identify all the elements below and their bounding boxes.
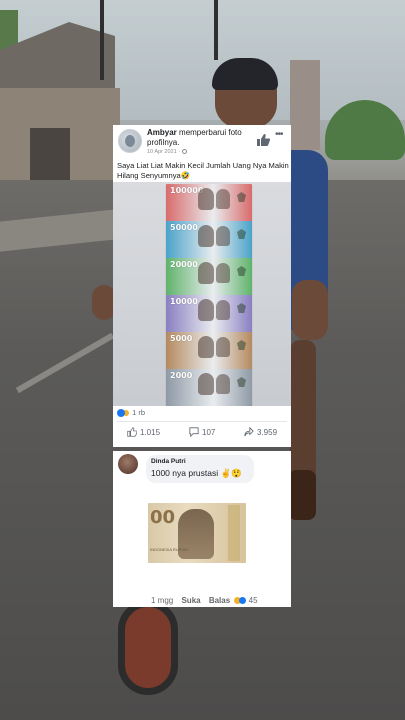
comment-meta: 1 mgg Suka Balas 45: [151, 596, 258, 605]
post-caption: Saya Liat Liat Makin Kecil Jumlah Uang N…: [117, 161, 289, 180]
banknote-denomination: 50000: [170, 223, 198, 232]
comment-reaction-count[interactable]: 45: [249, 596, 258, 605]
garuda-emblem-icon: [237, 377, 246, 387]
rider-sandal: [288, 470, 316, 520]
rider-arm: [292, 280, 328, 340]
post-timestamp[interactable]: 10 Apr 2021 ·: [147, 149, 188, 155]
post-header: Ambyar memperbarui foto profilnya. 10 Ap…: [113, 125, 291, 157]
post-photo[interactable]: 100000 50000 20000 10000 5000 2000: [113, 182, 291, 406]
reaction-count: 1 rb: [132, 408, 146, 417]
commenter-name[interactable]: Dinda Putri: [151, 458, 186, 465]
garuda-emblem-icon: [237, 266, 246, 276]
comment-reply-button[interactable]: Balas: [209, 596, 230, 605]
thumbs-up-outline-icon: [127, 427, 137, 437]
divider: [117, 421, 287, 422]
like-reaction-icon: [239, 597, 247, 605]
comment-card: Dinda Putri 1000 nya prustasi ✌️😲 00 IND…: [113, 451, 291, 607]
banknote-portrait: [198, 299, 214, 321]
comment-image[interactable]: 00 INDONESIA RUPIAH: [146, 499, 248, 569]
banknote-10000: 10000: [166, 295, 252, 333]
author-avatar[interactable]: [118, 129, 142, 153]
thumbs-up-icon[interactable]: [256, 134, 270, 146]
banknote-portrait: [198, 262, 214, 284]
garuda-emblem-icon: [237, 192, 246, 202]
banknote-portrait: [198, 225, 214, 247]
banknote-portrait: [198, 373, 214, 395]
post-author-line: Ambyar memperbarui foto profilnya.: [147, 128, 267, 148]
banknote-100000: 100000: [166, 184, 252, 222]
banknote-portrait: [216, 300, 230, 320]
garuda-emblem-icon: [237, 303, 246, 313]
banknote-caption: INDONESIA RUPIAH: [150, 547, 189, 552]
comment-count: 107: [202, 427, 216, 437]
banknote-denomination: 20000: [170, 260, 198, 269]
banknote-5000: 5000: [166, 332, 252, 370]
banknote-denomination: 2000: [170, 371, 193, 380]
facebook-post-card: Ambyar memperbarui foto profilnya. 10 Ap…: [113, 125, 291, 447]
more-options-icon[interactable]: •••: [275, 129, 283, 140]
author-name[interactable]: Ambyar: [147, 128, 177, 137]
banknote-portrait: [198, 188, 214, 210]
like-reaction-icon: [117, 409, 125, 418]
banknote-portrait: [216, 226, 230, 246]
banknote-portrait: [216, 189, 230, 209]
banknote-number: 00: [150, 507, 176, 528]
globe-icon: [182, 149, 188, 155]
utility-pole: [214, 0, 218, 60]
garuda-emblem-icon: [237, 229, 246, 239]
reaction-summary[interactable]: 1 rb: [117, 408, 146, 418]
banknote-portrait: [198, 336, 214, 358]
banknote-portrait: [216, 374, 230, 394]
comment-text: 1000 nya prustasi ✌️😲: [151, 468, 242, 478]
banknote-denomination: 5000: [170, 334, 193, 343]
comment-button[interactable]: 107: [189, 423, 215, 441]
comment-time: 1 mgg: [151, 596, 174, 605]
comment-icon: [189, 427, 199, 437]
share-icon: [244, 427, 254, 437]
banknote-portrait: [216, 263, 230, 283]
banknote-stripe: [228, 505, 240, 561]
like-button[interactable]: 1.015: [127, 423, 160, 441]
building: [290, 60, 320, 150]
post-time-text: 10 Apr 2021: [147, 149, 177, 155]
banknote-portrait: [216, 337, 230, 357]
like-count: 1.015: [140, 427, 161, 437]
comment-like-button[interactable]: Suka: [181, 596, 200, 605]
garuda-emblem-icon: [237, 340, 246, 350]
commenter-avatar[interactable]: [118, 454, 138, 474]
banknote-denomination: 10000: [170, 297, 198, 306]
bicycle-wheel: [118, 600, 178, 695]
share-count: 3.959: [257, 427, 278, 437]
banknote-2000: 2000: [166, 369, 252, 406]
banknote-20000: 20000: [166, 258, 252, 296]
banknote-image: 00 INDONESIA RUPIAH: [148, 503, 246, 563]
share-button[interactable]: 3.959: [244, 423, 277, 441]
utility-pole: [100, 0, 104, 80]
banknote-50000: 50000: [166, 221, 252, 259]
